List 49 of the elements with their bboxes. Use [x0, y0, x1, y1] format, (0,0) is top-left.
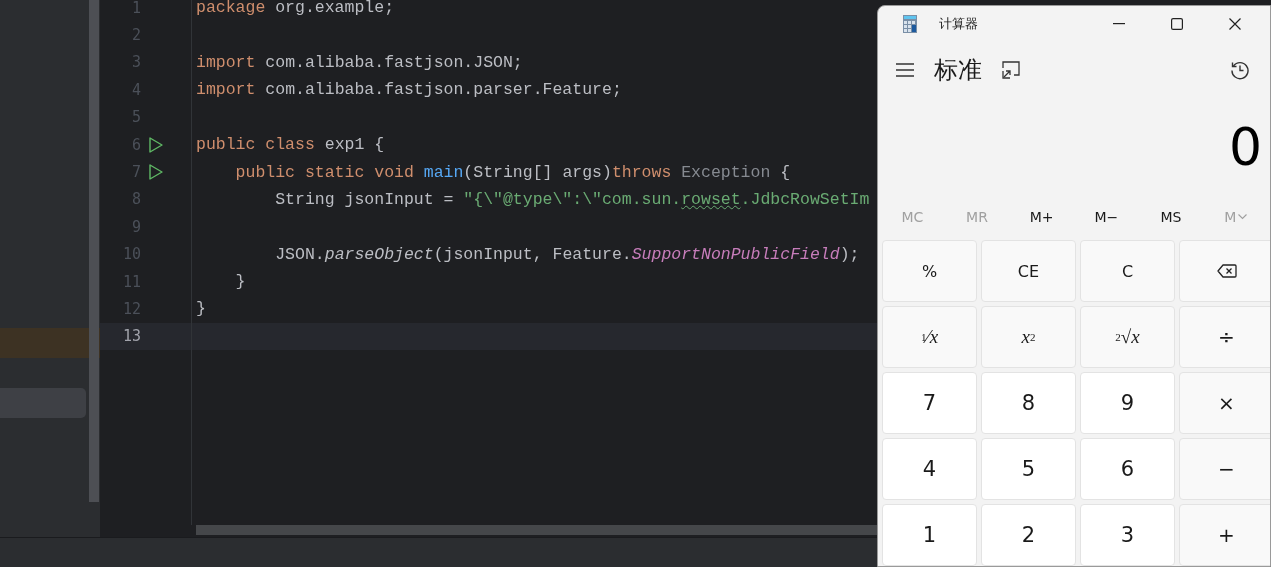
- history-icon: [1230, 59, 1250, 80]
- chevron-icon: [1238, 213, 1248, 220]
- backspace-button[interactable]: [1179, 240, 1270, 302]
- digit-key[interactable]: 1: [882, 504, 977, 566]
- code-line: public class exp1 {: [196, 135, 385, 155]
- digit-key[interactable]: 3: [1080, 504, 1175, 566]
- code-line: }: [196, 299, 206, 319]
- backspace-icon: [1216, 264, 1237, 278]
- memory-button[interactable]: M−: [1074, 197, 1139, 236]
- operator-key[interactable]: ×: [1179, 372, 1270, 434]
- scrollbar[interactable]: [89, 0, 99, 502]
- operator-key[interactable]: −: [1179, 438, 1270, 500]
- digit-key[interactable]: 6: [1080, 438, 1175, 500]
- line-number: 13: [121, 327, 141, 346]
- scrollbar[interactable]: [196, 525, 877, 535]
- code-line: public static void main(String[] args)throws Exception {: [234, 162, 791, 182]
- window-title: 计算器: [939, 15, 978, 34]
- code-line: import com.alibaba.fastjson.JSON;: [196, 52, 523, 72]
- memory-button[interactable]: MS: [1138, 197, 1204, 236]
- operator-key[interactable]: +: [1179, 504, 1270, 566]
- code-line: import com.alibaba.fastjson.parser.Feature;: [196, 80, 622, 100]
- operator-key[interactable]: $^{2}$√x: [1080, 306, 1175, 368]
- menu-icon: [896, 62, 914, 77]
- digit-key[interactable]: 7: [882, 372, 977, 434]
- operator-key[interactable]: %: [882, 240, 977, 302]
- maximize-icon: [1171, 18, 1183, 31]
- close-icon: [1229, 18, 1241, 31]
- operator-key[interactable]: x$^{2}$: [981, 306, 1076, 368]
- display-value: 0: [1228, 121, 1262, 174]
- operator-key[interactable]: ÷: [1179, 306, 1270, 368]
- mode-title: 标准: [934, 54, 982, 86]
- operator-key[interactable]: $^{1}$⁄x: [882, 306, 977, 368]
- calculator-icon: [903, 15, 917, 34]
- run-icon[interactable]: [149, 164, 163, 181]
- operator-key[interactable]: C: [1080, 240, 1175, 302]
- digit-key[interactable]: 9: [1080, 372, 1175, 434]
- code-line: package org.example;: [196, 0, 395, 18]
- keep-on-top-icon: [1002, 60, 1020, 79]
- digit-key[interactable]: 2: [981, 504, 1076, 566]
- code-line: String jsonInput = "{\"@type\":\"com.sun.rowset.JdbcRowSetIm: [274, 189, 870, 209]
- operator-key[interactable]: CE: [981, 240, 1076, 302]
- minimize-icon: [1113, 23, 1125, 26]
- digit-key[interactable]: 5: [981, 438, 1076, 500]
- code-line: JSON.parseObject(jsonInput, Feature.SupportNonPublicField);: [274, 244, 860, 264]
- digit-key[interactable]: 4: [882, 438, 977, 500]
- digit-key[interactable]: 8: [981, 372, 1076, 434]
- run-icon[interactable]: [149, 136, 163, 153]
- code-line: }: [234, 272, 246, 292]
- memory-button[interactable]: M+: [1009, 197, 1074, 236]
